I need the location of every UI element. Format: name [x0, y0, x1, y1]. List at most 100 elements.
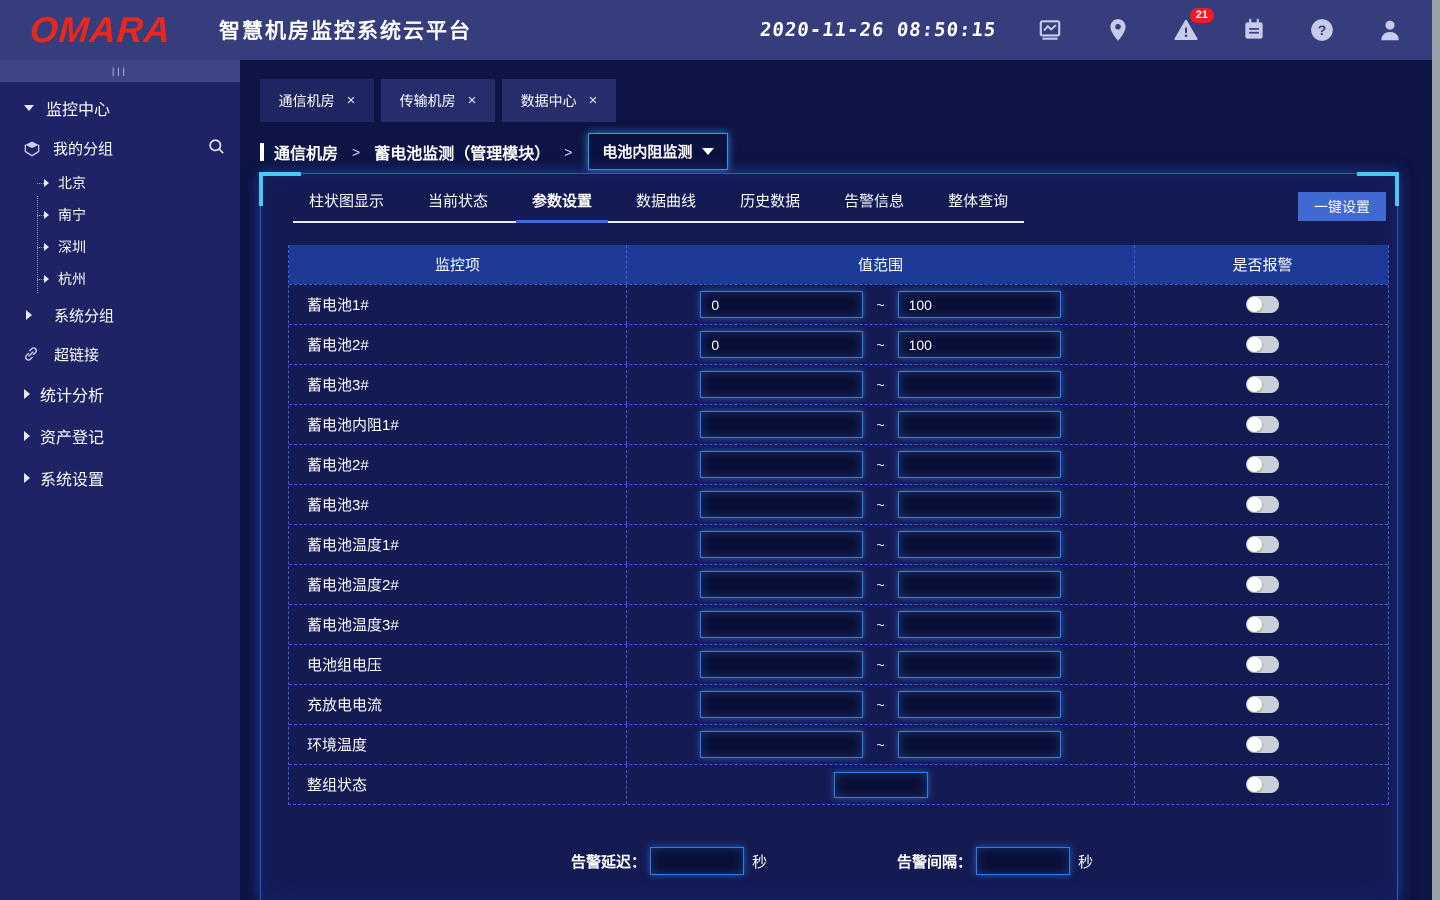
alarm-toggle[interactable]	[1246, 416, 1279, 433]
range-group: ~	[700, 331, 1060, 358]
scrollbar[interactable]	[1432, 0, 1440, 900]
tree-connector	[37, 247, 44, 248]
max-value-input[interactable]	[898, 651, 1061, 678]
min-value-input[interactable]	[700, 491, 863, 518]
workspace-tabs: 通信机房 × 传输机房 × 数据中心 ×	[260, 79, 1432, 122]
monitor-chart-icon[interactable]	[1036, 16, 1064, 44]
min-value-input[interactable]	[700, 291, 863, 318]
breadcrumb-separator: >	[352, 144, 360, 160]
sidebar-collapse-handle[interactable]: |||	[0, 60, 240, 82]
chevron-down-icon	[702, 148, 714, 155]
max-value-input[interactable]	[898, 451, 1061, 478]
column-header: 是否报警	[1135, 245, 1390, 284]
module-dropdown[interactable]: 电池内阻监测	[588, 133, 728, 170]
max-value-input[interactable]	[898, 691, 1061, 718]
schedule-icon[interactable]	[1240, 16, 1268, 44]
alarm-toggle[interactable]	[1246, 616, 1279, 633]
min-value-input[interactable]	[700, 611, 863, 638]
help-icon[interactable]: ?	[1308, 16, 1336, 44]
alarm-toggle[interactable]	[1246, 776, 1279, 793]
sidebar-item[interactable]: 深圳	[0, 231, 240, 263]
alarm-toggle[interactable]	[1246, 296, 1279, 313]
sidebar-item[interactable]: 杭州	[0, 263, 240, 295]
user-icon[interactable]	[1376, 16, 1404, 44]
monitor-item-label: 环境温度	[307, 734, 367, 755]
min-value-input[interactable]	[700, 411, 863, 438]
row-name-cell: 蓄电池2#	[289, 325, 627, 364]
max-value-input[interactable]	[898, 531, 1061, 558]
brand-logo: OMARA	[29, 9, 173, 51]
sidebar-item[interactable]: 系统分组	[0, 295, 240, 335]
close-icon[interactable]: ×	[347, 92, 356, 109]
workspace-tab[interactable]: 传输机房 ×	[381, 79, 495, 122]
panel-tab[interactable]: 柱状图显示	[293, 190, 400, 223]
alarm-delay-input[interactable]	[650, 847, 744, 875]
alarm-toggle[interactable]	[1246, 336, 1279, 353]
row-alarm-cell	[1135, 765, 1390, 804]
breadcrumb-section[interactable]: 蓄电池监测（管理模块）	[374, 140, 550, 164]
min-value-input[interactable]	[700, 331, 863, 358]
alarm-toggle[interactable]	[1246, 656, 1279, 673]
min-value-input[interactable]	[700, 531, 863, 558]
sidebar-item[interactable]: 南宁	[0, 199, 240, 231]
max-value-input[interactable]	[898, 731, 1061, 758]
min-value-input[interactable]	[700, 451, 863, 478]
alarm-settings-row: 告警延迟： 秒 告警间隔： 秒	[261, 847, 1397, 875]
sidebar-item[interactable]: 北京	[0, 167, 240, 199]
max-value-input[interactable]	[898, 571, 1061, 598]
panel-tab[interactable]: 整体查询	[932, 190, 1024, 223]
column-header: 监控项	[289, 245, 627, 284]
min-value-input[interactable]	[700, 571, 863, 598]
sidebar-item[interactable]: 系统设置	[0, 457, 240, 499]
workspace-tab[interactable]: 通信机房 ×	[260, 79, 374, 122]
alarm-toggle[interactable]	[1246, 376, 1279, 393]
sidebar-item[interactable]: 资产登记	[0, 415, 240, 457]
max-value-input[interactable]	[898, 371, 1061, 398]
datetime-clock: 2020-11-26 08:50:15	[759, 19, 998, 41]
min-value-input[interactable]	[700, 731, 863, 758]
close-icon[interactable]: ×	[589, 92, 598, 109]
min-value-input[interactable]	[700, 691, 863, 718]
alarm-toggle[interactable]	[1246, 496, 1279, 513]
alarm-toggle[interactable]	[1246, 696, 1279, 713]
sidebar-item[interactable]: 统计分析	[0, 373, 240, 415]
alarm-toggle[interactable]	[1246, 456, 1279, 473]
panel-tab[interactable]: 历史数据	[724, 190, 816, 223]
panel-tab[interactable]: 告警信息	[828, 190, 920, 223]
close-icon[interactable]: ×	[468, 92, 477, 109]
min-value-input[interactable]	[700, 651, 863, 678]
tree-connector	[37, 279, 44, 280]
max-value-input[interactable]	[898, 411, 1061, 438]
status-value-input[interactable]	[834, 772, 928, 798]
panel-tab[interactable]: 参数设置	[516, 190, 608, 223]
range-separator: ~	[876, 297, 884, 313]
alarm-interval-group: 告警间隔： 秒	[897, 847, 1093, 875]
toggle-knob	[1247, 697, 1262, 712]
sidebar-item-label: 系统设置	[40, 466, 104, 490]
caret-right-icon	[44, 243, 49, 251]
max-value-input[interactable]	[898, 611, 1061, 638]
toggle-knob	[1247, 577, 1262, 592]
alarm-toggle[interactable]	[1246, 536, 1279, 553]
sidebar-item[interactable]: 超链接	[0, 335, 240, 373]
min-value-input[interactable]	[700, 371, 863, 398]
breadcrumb-root[interactable]: 通信机房	[274, 140, 338, 164]
alarm-toggle[interactable]	[1246, 736, 1279, 753]
workspace-tab[interactable]: 数据中心 ×	[502, 79, 616, 122]
search-icon[interactable]	[207, 137, 226, 160]
panel-tab[interactable]: 数据曲线	[620, 190, 712, 223]
seconds-unit: 秒	[752, 851, 767, 872]
alarm-icon[interactable]: 21	[1172, 16, 1200, 44]
alarm-toggle[interactable]	[1246, 576, 1279, 593]
location-icon[interactable]	[1104, 16, 1132, 44]
sidebar-item[interactable]: 监控中心	[0, 86, 240, 130]
panel-tab[interactable]: 当前状态	[412, 190, 504, 223]
sidebar-item[interactable]: 我的分组	[0, 130, 240, 167]
tree-connector	[37, 183, 44, 184]
alarm-interval-input[interactable]	[976, 847, 1070, 875]
table-row: 蓄电池温度2# ~	[289, 564, 1388, 604]
max-value-input[interactable]	[898, 331, 1061, 358]
max-value-input[interactable]	[898, 491, 1061, 518]
app-title: 智慧机房监控系统云平台	[219, 15, 472, 45]
max-value-input[interactable]	[898, 291, 1061, 318]
